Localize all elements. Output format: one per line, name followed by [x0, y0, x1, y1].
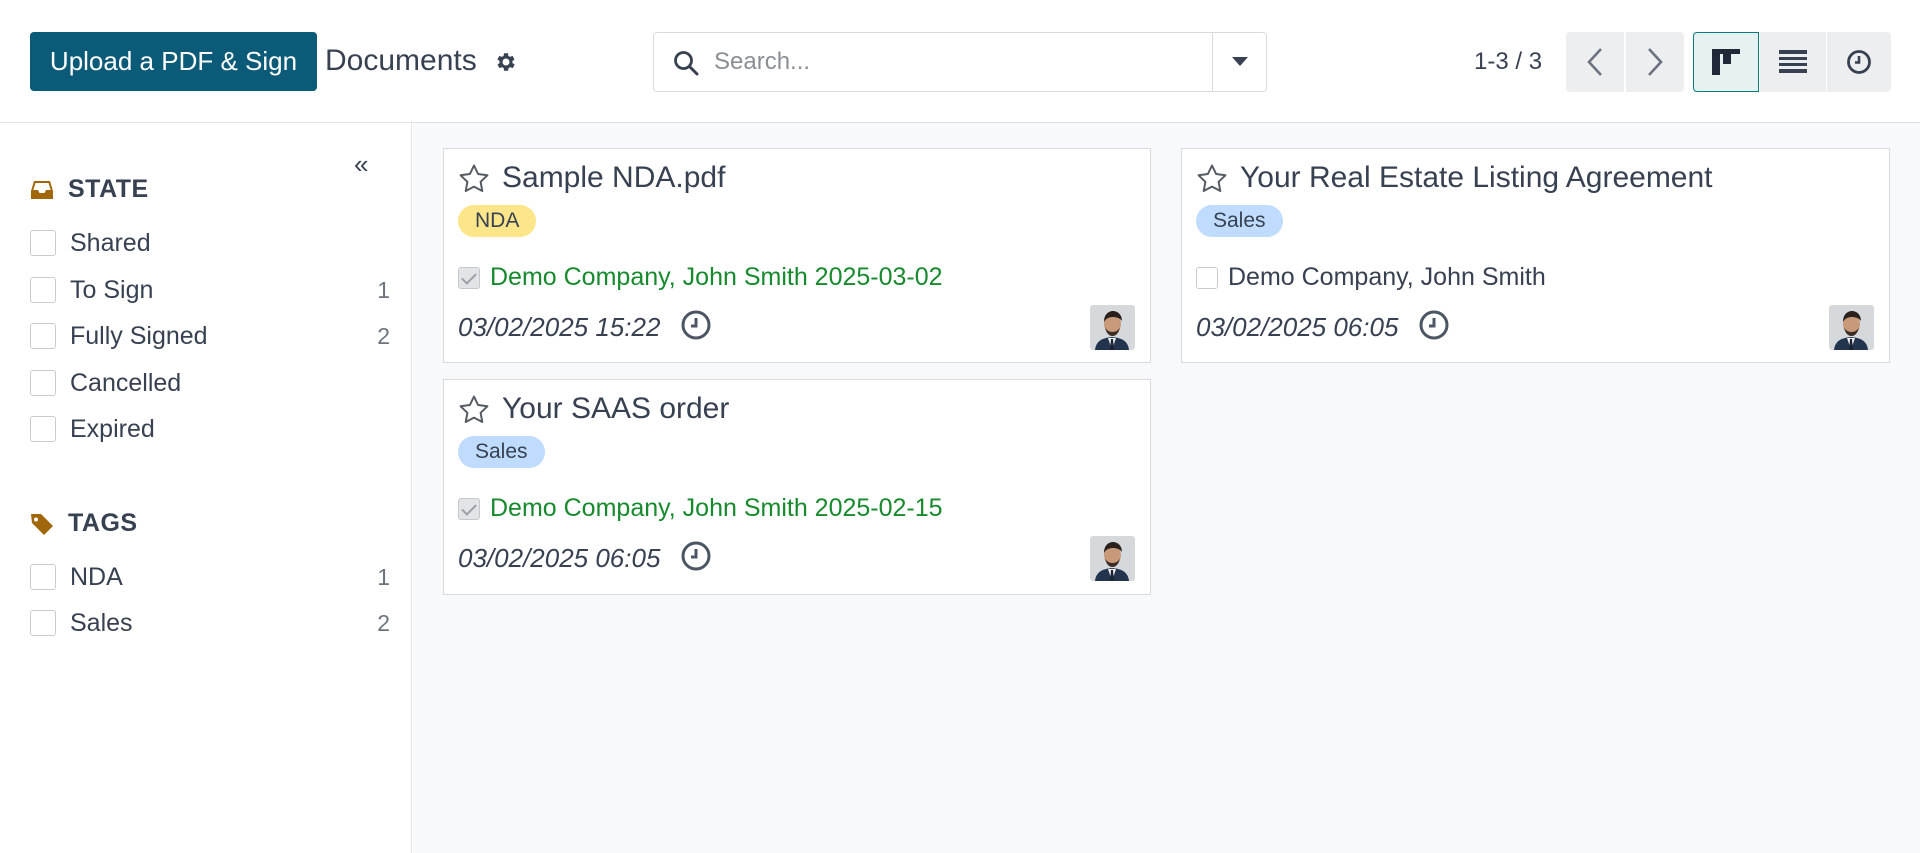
state-filter-expired[interactable]: Expired [30, 412, 390, 446]
kanban-area: Sample NDA.pdf NDA Demo Company, John Sm… [413, 123, 1920, 853]
tag-filter-sales[interactable]: Sales 2 [30, 606, 390, 640]
star-icon[interactable] [458, 394, 490, 426]
kanban-card[interactable]: Sample NDA.pdf NDA Demo Company, John Sm… [443, 148, 1151, 363]
filter-label: Shared [70, 229, 390, 258]
activity-view-button[interactable] [1827, 32, 1891, 92]
card-title: Your SAAS order [502, 392, 729, 426]
kanban-icon [1712, 49, 1740, 75]
state-filter-shared[interactable]: Shared [30, 226, 390, 260]
tags-section-title: TAGS [68, 509, 138, 538]
checkbox[interactable] [30, 323, 56, 349]
upload-pdf-sign-button[interactable]: Upload a PDF & Sign [30, 32, 317, 91]
kanban-view-button[interactable] [1693, 32, 1759, 92]
pager-value[interactable]: 1-3 / 3 [1474, 48, 1542, 76]
filter-label: NDA [70, 563, 377, 592]
signed-checkbox [458, 498, 480, 520]
state-filter-fully-signed[interactable]: Fully Signed 2 [30, 319, 390, 353]
filter-label: Expired [70, 415, 390, 444]
filter-label: Cancelled [70, 369, 390, 398]
collapse-panel-icon[interactable]: « [354, 149, 368, 180]
checkbox[interactable] [30, 610, 56, 636]
checkbox[interactable] [30, 277, 56, 303]
filter-label: Fully Signed [70, 322, 377, 351]
filter-label: To Sign [70, 276, 377, 305]
signers-line: Demo Company, John Smith [1196, 263, 1546, 292]
signed-checkbox [458, 267, 480, 289]
signers-line: Demo Company, John Smith 2025-03-02 [458, 263, 943, 292]
signers-line: Demo Company, John Smith 2025-02-15 [458, 494, 943, 523]
control-panel: Upload a PDF & Sign Documents 1-3 / 3 [0, 0, 1920, 123]
star-icon[interactable] [1196, 163, 1228, 195]
search-icon [672, 49, 700, 77]
tag-badge: Sales [1196, 205, 1283, 237]
search-panel: « STATE Shared To Sign 1 Fully Signed 2 … [0, 123, 412, 853]
state-section-header: STATE [30, 175, 149, 204]
clock-icon[interactable] [680, 540, 712, 572]
clock-icon[interactable] [1418, 309, 1450, 341]
card-date: 03/02/2025 06:05 [458, 543, 660, 574]
filter-count: 1 [377, 564, 390, 591]
state-filter-cancelled[interactable]: Cancelled [30, 366, 390, 400]
pager-next-button[interactable] [1626, 32, 1684, 92]
signers-text: Demo Company, John Smith 2025-02-15 [490, 494, 943, 523]
signed-checkbox [1196, 267, 1218, 289]
tag-icon [30, 512, 54, 536]
state-section-title: STATE [68, 175, 149, 204]
filter-count: 2 [377, 323, 390, 350]
avatar [1090, 305, 1135, 350]
tags-section-header: TAGS [30, 509, 138, 538]
card-date: 03/02/2025 15:22 [458, 312, 660, 343]
star-icon[interactable] [458, 163, 490, 195]
list-icon [1779, 50, 1807, 74]
card-title: Sample NDA.pdf [502, 161, 725, 195]
tag-badge: NDA [458, 205, 536, 237]
checkbox[interactable] [30, 370, 56, 396]
filter-count: 1 [377, 277, 390, 304]
kanban-card[interactable]: Your Real Estate Listing Agreement Sales… [1181, 148, 1890, 363]
chevron-right-icon [1646, 47, 1664, 77]
tag-filter-nda[interactable]: NDA 1 [30, 560, 390, 594]
card-title: Your Real Estate Listing Agreement [1240, 161, 1713, 195]
avatar [1829, 305, 1874, 350]
search-bar [653, 32, 1267, 92]
pager-previous-button[interactable] [1566, 32, 1624, 92]
search-input[interactable] [714, 43, 1254, 81]
page-title: Documents [325, 44, 477, 78]
inbox-icon [30, 178, 54, 202]
search-options-toggle[interactable] [1212, 33, 1266, 91]
signers-text: Demo Company, John Smith 2025-03-02 [490, 263, 943, 292]
chevron-left-icon [1586, 47, 1604, 77]
avatar [1090, 536, 1135, 581]
tag-badge: Sales [458, 436, 545, 468]
checkbox[interactable] [30, 230, 56, 256]
filter-count: 2 [377, 610, 390, 637]
filter-label: Sales [70, 609, 377, 638]
caret-down-icon [1232, 57, 1248, 67]
signers-text: Demo Company, John Smith [1228, 263, 1546, 292]
card-date: 03/02/2025 06:05 [1196, 312, 1398, 343]
gear-icon[interactable] [494, 50, 518, 74]
kanban-card[interactable]: Your SAAS order Sales Demo Company, John… [443, 379, 1151, 595]
checkbox[interactable] [30, 416, 56, 442]
clock-icon [1846, 49, 1872, 75]
state-filter-to-sign[interactable]: To Sign 1 [30, 273, 390, 307]
clock-icon[interactable] [680, 309, 712, 341]
checkbox[interactable] [30, 564, 56, 590]
list-view-button[interactable] [1760, 32, 1826, 92]
